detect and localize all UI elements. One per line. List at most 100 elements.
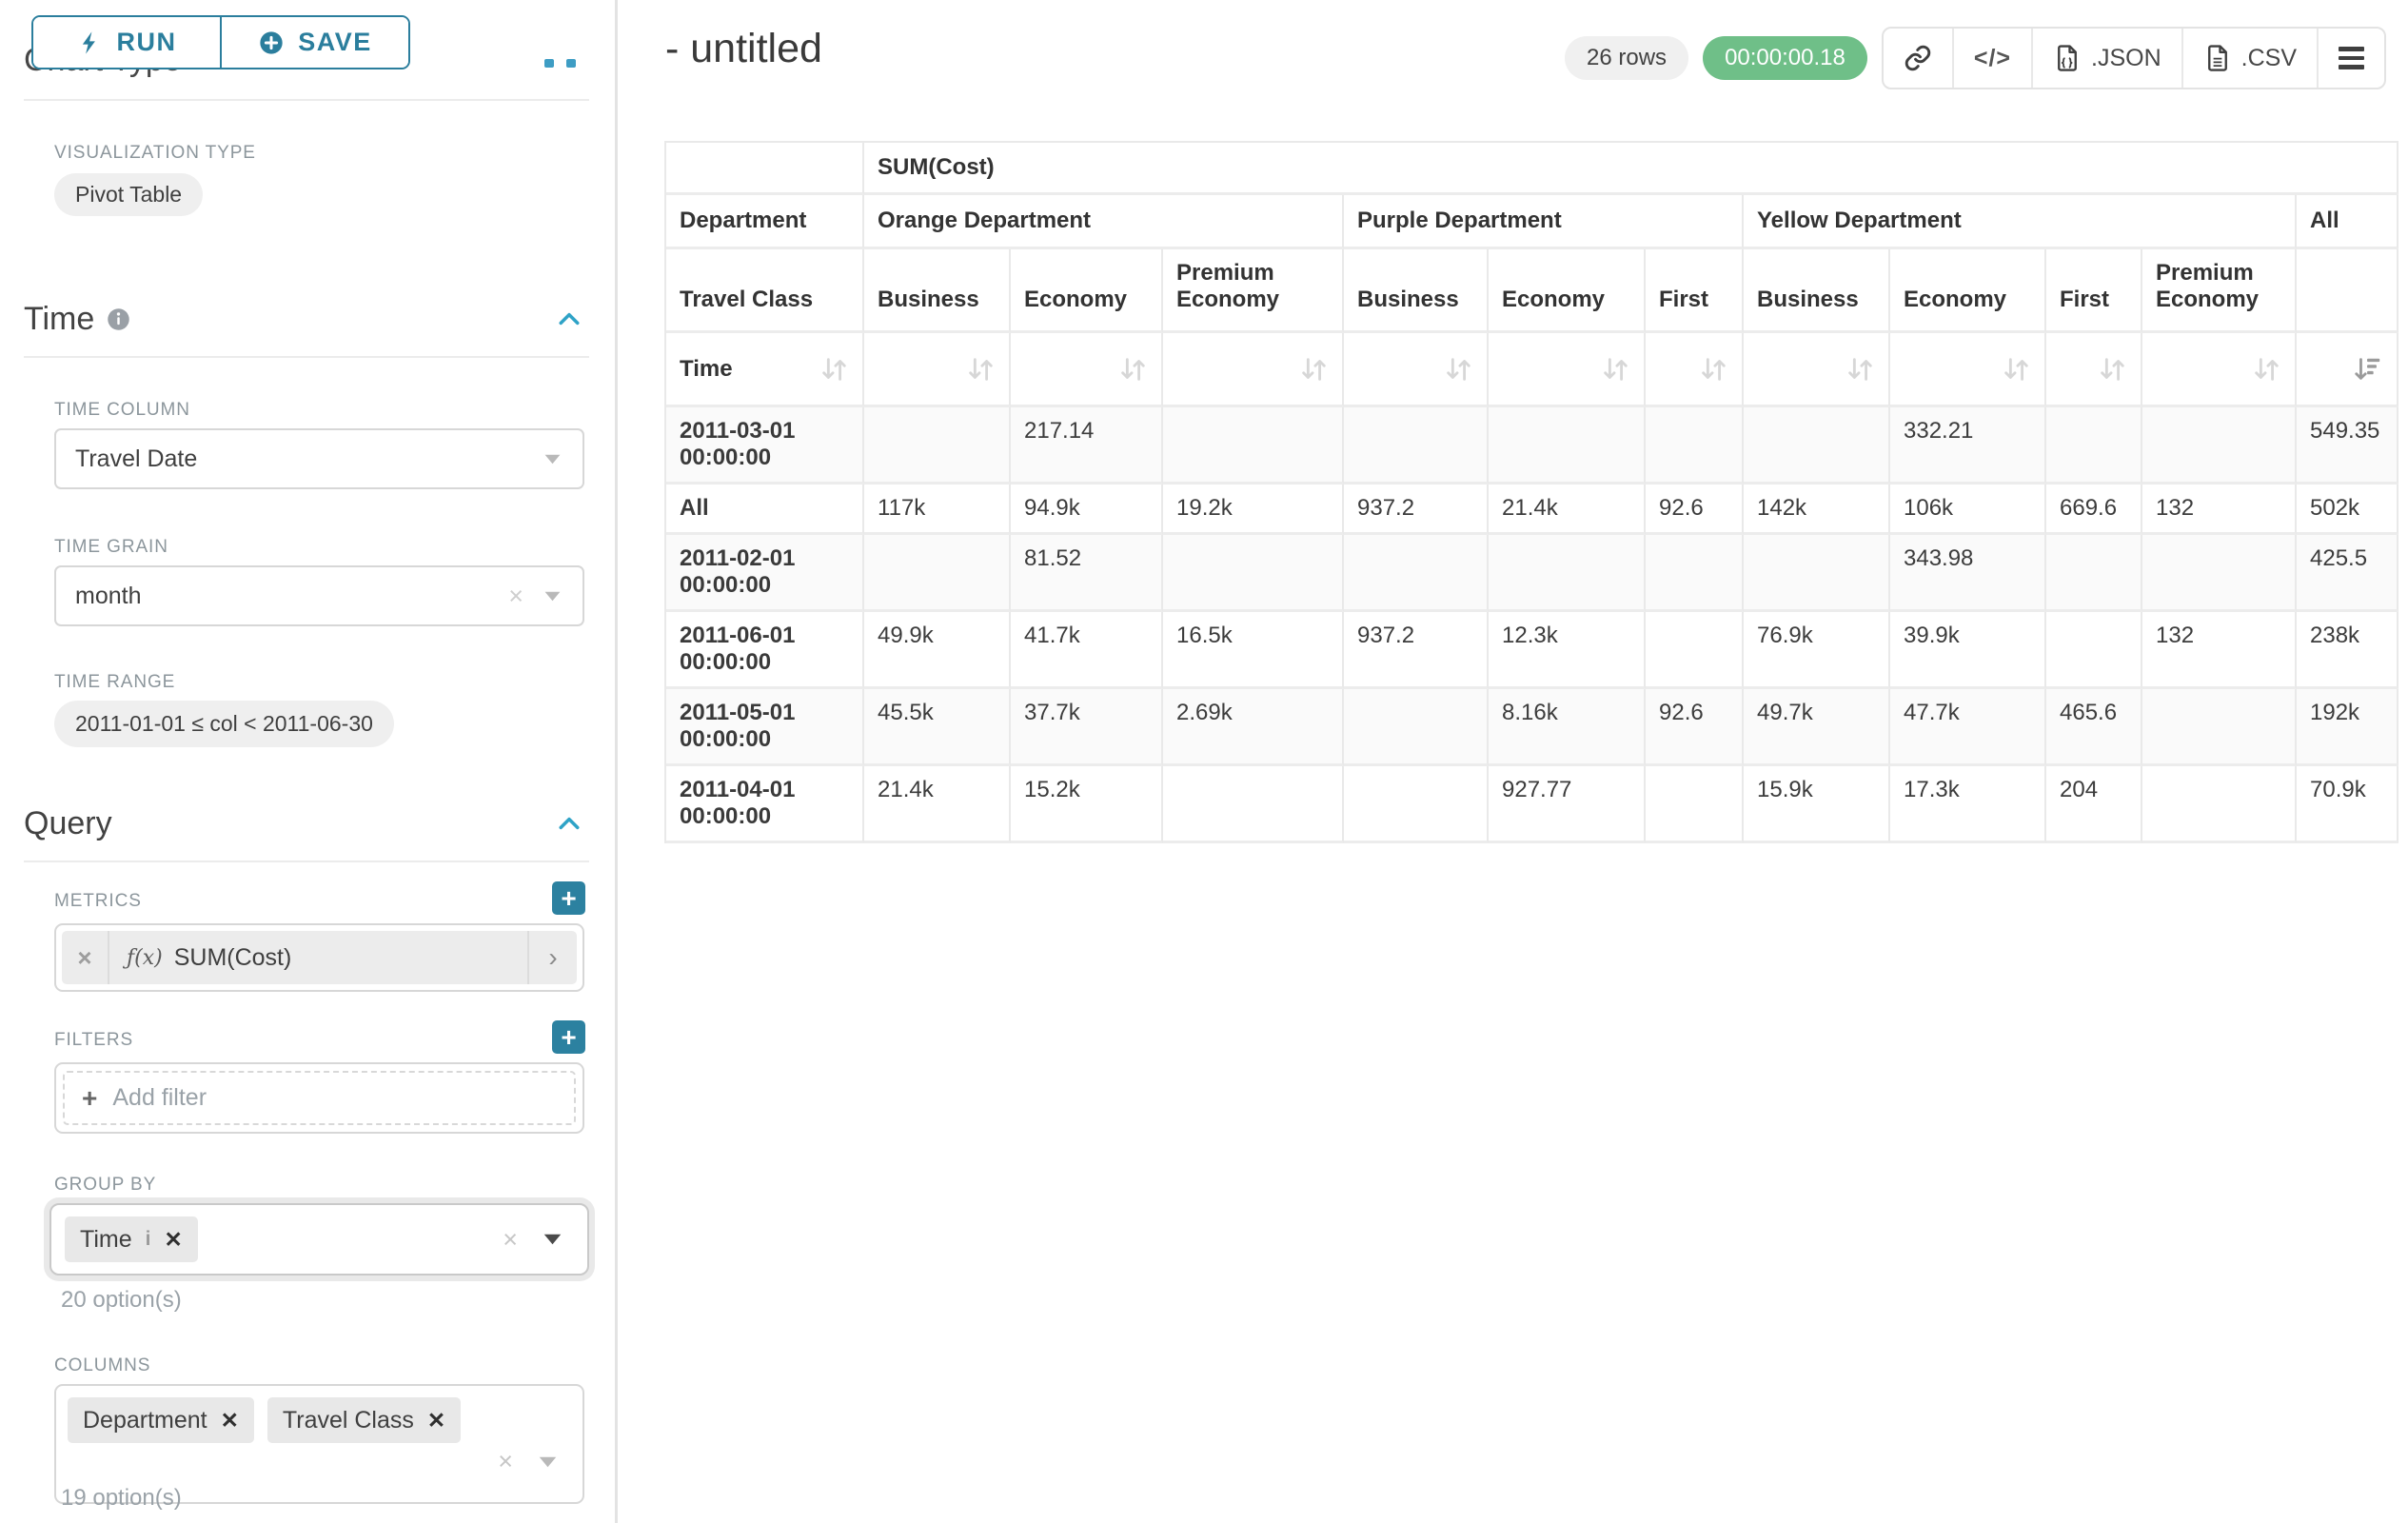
sort-icon[interactable] <box>819 354 849 385</box>
chart-title[interactable]: - untitled <box>665 26 822 72</box>
column-sort-header[interactable] <box>2142 333 2297 407</box>
column-sort-header[interactable] <box>1890 333 2046 407</box>
remove-token-icon[interactable]: ✕ <box>164 1227 182 1253</box>
value-cell <box>1344 766 1489 843</box>
value-cell <box>1489 407 1646 485</box>
selected-option-token[interactable]: Timei✕ <box>65 1216 198 1262</box>
divider <box>24 99 589 101</box>
value-cell <box>1744 535 1890 612</box>
chevron-down-icon[interactable] <box>538 1455 558 1469</box>
collapse-time-icon[interactable] <box>555 305 583 333</box>
sort-icon[interactable] <box>1117 354 1148 385</box>
menu-button[interactable] <box>2317 29 2384 88</box>
group-by-tokens: Timei✕ <box>65 1216 198 1262</box>
visualization-type-pill[interactable]: Pivot Table <box>54 173 203 216</box>
value-cell: 502k <box>2297 485 2398 535</box>
remove-token-icon[interactable]: ✕ <box>427 1408 445 1434</box>
value-cell <box>1744 407 1890 485</box>
filters-container: + Add filter <box>54 1062 584 1134</box>
sort-icon[interactable] <box>2251 354 2281 385</box>
column-sort-header[interactable] <box>864 333 1011 407</box>
column-sort-header[interactable] <box>1344 333 1489 407</box>
group-by-options-hint: 20 option(s) <box>61 1287 182 1314</box>
column-sort-header[interactable] <box>2046 333 2142 407</box>
collapse-query-icon[interactable] <box>555 809 583 838</box>
column-sort-header[interactable] <box>1489 333 1646 407</box>
value-cell: 937.2 <box>1344 485 1489 535</box>
time-grain-select[interactable]: month × <box>54 565 584 626</box>
sort-icon[interactable] <box>2001 354 2031 385</box>
pivot-table-container: SUM(Cost)DepartmentOrange DepartmentPurp… <box>664 141 2398 843</box>
pivot-table: SUM(Cost)DepartmentOrange DepartmentPurp… <box>664 141 2398 843</box>
column-sort-header[interactable] <box>1646 333 1744 407</box>
time-column-select[interactable]: Travel Date <box>54 428 584 489</box>
value-cell: 465.6 <box>2046 689 2142 766</box>
sort-icon[interactable] <box>1845 354 1875 385</box>
expand-metric-icon[interactable]: › <box>527 931 577 984</box>
value-cell <box>864 407 1011 485</box>
selected-option-token[interactable]: Department✕ <box>68 1397 254 1443</box>
clear-icon[interactable]: × <box>508 583 523 609</box>
run-button[interactable]: RUN <box>33 17 220 68</box>
add-filter-plus-button[interactable]: + <box>552 1020 585 1054</box>
plus-icon: + <box>561 883 576 914</box>
selected-option-token[interactable]: Travel Class✕ <box>267 1397 461 1443</box>
chevron-down-icon[interactable] <box>543 1233 563 1246</box>
col-dimension-header: Travel Class <box>666 249 864 333</box>
value-cell: 927.77 <box>1489 766 1646 843</box>
save-button[interactable]: SAVE <box>220 17 408 68</box>
value-cell <box>2142 407 2297 485</box>
column-sort-header[interactable] <box>1744 333 1890 407</box>
metric-token[interactable]: × ƒ(x) SUM(Cost) › <box>62 931 577 984</box>
group-by-select[interactable]: Timei✕ × <box>49 1203 589 1276</box>
sort-icon[interactable] <box>965 354 996 385</box>
sort-icon[interactable] <box>2097 354 2127 385</box>
time-range-pill[interactable]: 2011-01-01 ≤ col < 2011-06-30 <box>54 701 394 747</box>
sort-icon[interactable] <box>1443 354 1473 385</box>
csv-file-icon <box>2203 44 2232 72</box>
row-header-cell: 2011-04-01 00:00:00 <box>666 766 864 843</box>
class-header-cell: Business <box>1744 249 1890 333</box>
value-cell: 45.5k <box>864 689 1011 766</box>
value-cell <box>1646 612 1744 689</box>
columns-label: COLUMNS <box>54 1355 150 1376</box>
clear-icon[interactable]: × <box>498 1449 513 1474</box>
time-sort-header[interactable]: Time <box>666 333 864 407</box>
sort-descending-icon[interactable] <box>2353 354 2383 385</box>
value-cell: 15.2k <box>1011 766 1163 843</box>
value-cell <box>1646 766 1744 843</box>
info-icon[interactable] <box>106 307 131 332</box>
add-filter-button[interactable]: + Add filter <box>63 1071 576 1125</box>
sort-icon[interactable] <box>1298 354 1329 385</box>
chart-panel: - untitled 26 rows 00:00:00.18 </> .JSON… <box>618 0 2408 1523</box>
clear-icon[interactable]: × <box>503 1227 518 1253</box>
scrolled-control-dot <box>566 59 576 68</box>
share-link-button[interactable] <box>1884 29 1952 88</box>
sort-icon[interactable] <box>1698 354 1728 385</box>
value-cell <box>1344 689 1489 766</box>
class-header-cell: Premium Economy <box>2142 249 2297 333</box>
column-sort-header[interactable] <box>2297 333 2398 407</box>
add-metric-button[interactable]: + <box>552 881 585 915</box>
column-sort-header[interactable] <box>1163 333 1344 407</box>
column-sort-header[interactable] <box>1011 333 1163 407</box>
remove-metric-icon[interactable]: × <box>62 931 109 984</box>
value-cell <box>2142 689 2297 766</box>
value-cell: 92.6 <box>1646 485 1744 535</box>
class-header-cell: Business <box>864 249 1011 333</box>
export-csv-label: .CSV <box>2241 45 2297 72</box>
value-cell: 669.6 <box>2046 485 2142 535</box>
value-cell: 47.7k <box>1890 689 2046 766</box>
table-row: 2011-04-01 00:00:0021.4k15.2k927.7715.9k… <box>666 766 2398 843</box>
value-cell: 21.4k <box>864 766 1011 843</box>
divider <box>24 860 589 862</box>
export-json-button[interactable]: .JSON <box>2031 29 2181 88</box>
add-filter-label: Add filter <box>112 1084 207 1112</box>
value-cell: 49.7k <box>1744 689 1890 766</box>
remove-token-icon[interactable]: ✕ <box>221 1408 239 1434</box>
sort-icon[interactable] <box>1600 354 1630 385</box>
view-query-button[interactable]: </> <box>1952 29 2031 88</box>
export-csv-button[interactable]: .CSV <box>2181 29 2317 88</box>
row-header-cell: 2011-06-01 00:00:00 <box>666 612 864 689</box>
metric-header-row: SUM(Cost) <box>666 143 2398 195</box>
